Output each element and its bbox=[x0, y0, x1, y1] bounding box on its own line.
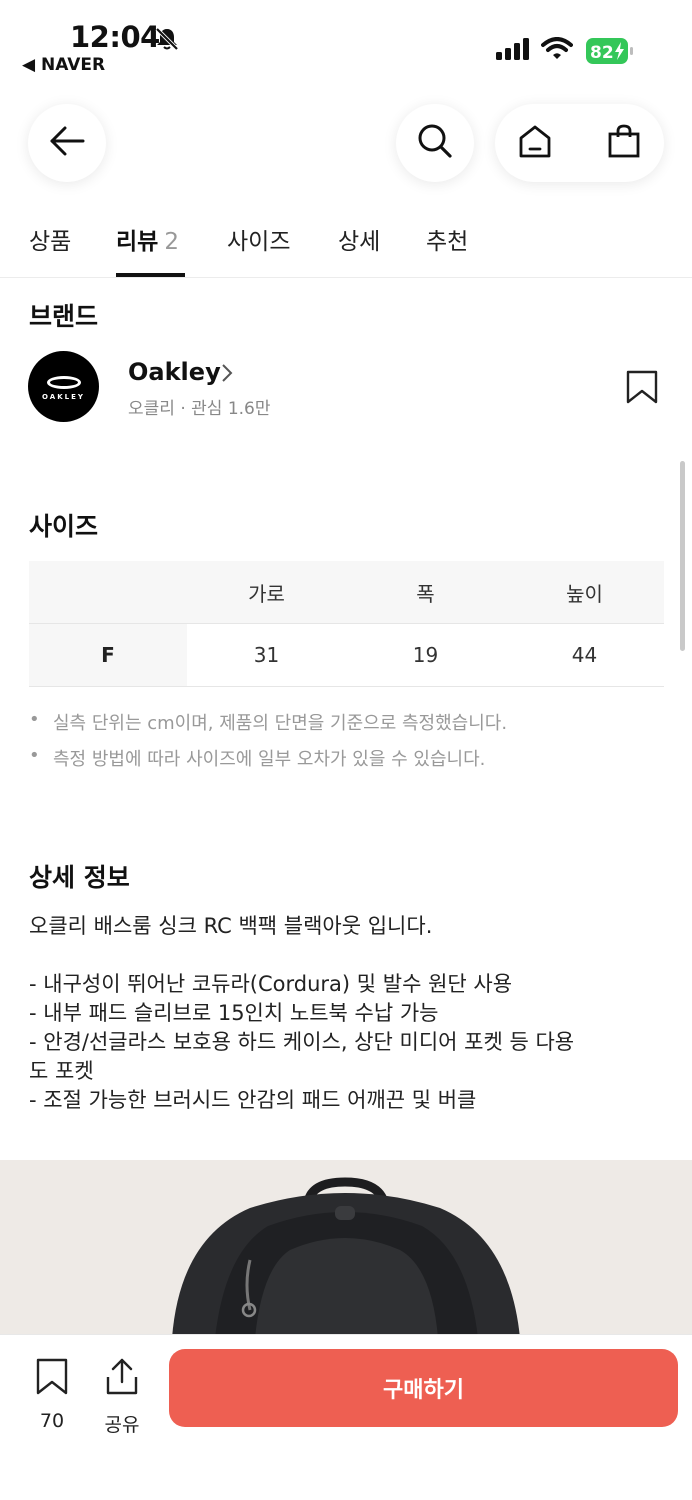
size-table-header: 가로 폭 높이 bbox=[29, 561, 664, 624]
share-button[interactable]: 공유 bbox=[104, 1357, 140, 1437]
battery-icon: 82 bbox=[586, 38, 634, 64]
back-button[interactable] bbox=[28, 104, 106, 182]
list-item: • 실측 단위는 cm이며, 제품의 단면을 기준으로 측정했습니다. bbox=[29, 709, 507, 745]
brand-logo[interactable]: OAKLEY bbox=[28, 351, 99, 422]
home-icon bbox=[517, 123, 553, 163]
size-value-cell: 44 bbox=[571, 643, 598, 667]
tab-detail[interactable]: 상세 bbox=[338, 222, 380, 256]
bottom-action-bar: 70 공유 구매하기 bbox=[0, 1334, 692, 1500]
arrow-left-icon bbox=[49, 126, 85, 160]
chevron-right-icon bbox=[220, 362, 234, 388]
tab-label: 추천 bbox=[426, 229, 469, 255]
tab-label: 상세 bbox=[338, 229, 381, 255]
tab-size[interactable]: 사이즈 bbox=[227, 222, 290, 256]
buy-button-label: 구매하기 bbox=[383, 1378, 464, 1403]
buy-button[interactable]: 구매하기 bbox=[169, 1349, 678, 1427]
back-to-app-link[interactable]: ◀ NAVER bbox=[22, 55, 105, 75]
status-bar: 12:04 ◀ NAVER 82 bbox=[0, 0, 692, 80]
tab-review[interactable]: 리뷰 2 bbox=[116, 222, 179, 256]
tab-review-count: 2 bbox=[164, 229, 179, 255]
size-note-text: 실측 단위는 cm이며, 제품의 단면을 기준으로 측정했습니다. bbox=[53, 713, 508, 734]
detail-line: - 조절 가능한 브러시드 안감의 패드 어깨끈 및 버클 bbox=[29, 1088, 477, 1112]
size-section-title: 사이즈 bbox=[29, 512, 99, 541]
search-button[interactable] bbox=[396, 104, 474, 182]
home-button[interactable] bbox=[495, 104, 575, 182]
size-value-cell: 19 bbox=[412, 643, 439, 667]
cart-button[interactable] bbox=[584, 104, 664, 182]
detail-line: - 내구성이 뛰어난 코듀라(Cordura) 및 발수 원단 사용 bbox=[29, 972, 513, 996]
detail-line: - 내부 패드 슬리브로 15인치 노트북 수납 가능 bbox=[29, 1001, 439, 1025]
share-icon bbox=[104, 1357, 140, 1402]
brand-bookmark-button[interactable] bbox=[625, 369, 659, 409]
tab-product[interactable]: 상품 bbox=[29, 222, 71, 256]
bullet: • bbox=[29, 745, 40, 766]
shopping-bag-icon bbox=[606, 123, 642, 163]
tab-label: 상품 bbox=[29, 229, 72, 255]
scrollbar[interactable] bbox=[680, 461, 685, 651]
status-time: 12:04 bbox=[70, 20, 160, 54]
bullet: • bbox=[29, 709, 40, 730]
size-header-cell: 가로 bbox=[248, 581, 285, 606]
wifi-icon bbox=[541, 37, 573, 65]
table-row: F 31 19 44 bbox=[29, 624, 664, 687]
brand-logo-text: OAKLEY bbox=[42, 393, 85, 401]
section-tabs: 상품 리뷰 2 사이즈 상세 추천 bbox=[0, 202, 692, 278]
size-header-cell bbox=[29, 561, 187, 623]
detail-line: 도 포켓 bbox=[29, 1059, 94, 1083]
size-value-cell: 31 bbox=[253, 643, 280, 667]
tab-recommend[interactable]: 추천 bbox=[426, 222, 468, 256]
share-label: 공유 bbox=[104, 1414, 140, 1436]
wishlist-button[interactable]: 70 bbox=[34, 1357, 70, 1432]
brand-section-title: 브랜드 bbox=[29, 302, 99, 331]
cellular-signal-icon bbox=[496, 38, 532, 64]
detail-description: 오클리 배스룸 싱크 RC 백팩 블랙아웃 입니다. - 내구성이 뛰어난 코듀… bbox=[29, 912, 659, 1115]
search-icon bbox=[417, 123, 453, 163]
size-label-cell: F bbox=[29, 624, 187, 686]
wishlist-count: 70 bbox=[39, 1410, 65, 1432]
detail-section-title: 상세 정보 bbox=[29, 863, 130, 892]
size-notes: • 실측 단위는 cm이며, 제품의 단면을 기준으로 측정했습니다. • 측정 방… bbox=[29, 709, 507, 781]
tab-label: 리뷰 bbox=[116, 229, 159, 255]
detail-line: - 안경/선글라스 보호용 하드 케이스, 상단 미디어 포켓 등 다용 bbox=[29, 1030, 575, 1054]
active-tab-indicator bbox=[116, 273, 185, 277]
tab-label: 사이즈 bbox=[227, 229, 291, 255]
size-note-text: 측정 방법에 따라 사이즈에 일부 오차가 있을 수 있습니다. bbox=[53, 749, 486, 770]
size-header-cell: 폭 bbox=[416, 581, 435, 606]
bookmark-icon bbox=[34, 1357, 70, 1402]
size-header-cell: 높이 bbox=[566, 581, 603, 606]
detail-intro: 오클리 배스룸 싱크 RC 백팩 블랙아웃 입니다. bbox=[29, 914, 433, 938]
size-table: 가로 폭 높이 F 31 19 44 bbox=[29, 561, 664, 687]
home-cart-group bbox=[495, 104, 664, 182]
product-image bbox=[0, 1160, 692, 1338]
bookmark-icon bbox=[625, 370, 659, 409]
brand-name-link[interactable]: Oakley bbox=[128, 358, 221, 386]
oakley-ellipse-logo bbox=[46, 376, 81, 389]
brand-subtitle: 오클리 · 관심 1.6만 bbox=[128, 399, 271, 419]
battery-level: 82 bbox=[590, 43, 614, 63]
bell-muted-icon bbox=[154, 26, 180, 56]
list-item: • 측정 방법에 따라 사이즈에 일부 오차가 있을 수 있습니다. bbox=[29, 745, 507, 781]
